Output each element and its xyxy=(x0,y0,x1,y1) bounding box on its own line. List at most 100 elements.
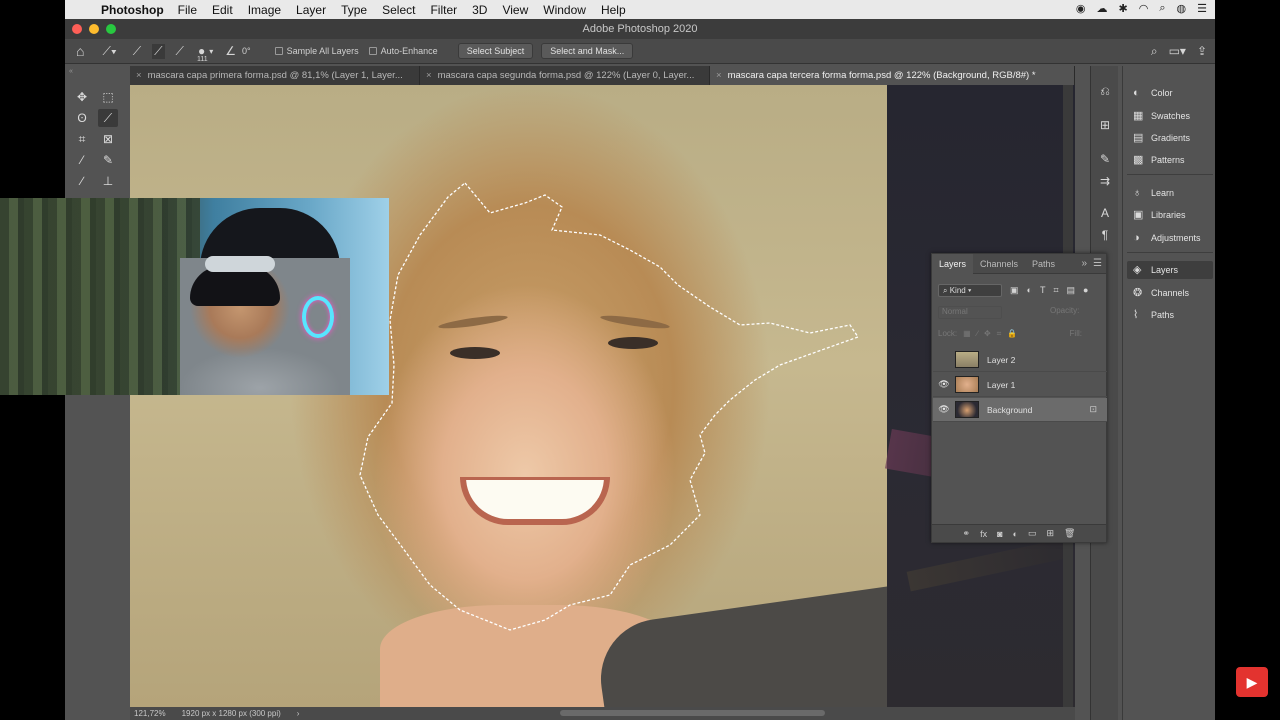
panel-color[interactable]: ◐ Color xyxy=(1127,84,1213,102)
workspace-icon[interactable]: ▭▾ xyxy=(1169,44,1186,58)
add-mask-icon[interactable]: ◙ xyxy=(997,529,1002,539)
expand-panel-icon[interactable]: » xyxy=(1081,258,1087,269)
layer-style-icon[interactable]: fx xyxy=(980,529,987,539)
spotlight-icon[interactable]: ⌕ xyxy=(1159,2,1165,15)
record-icon[interactable]: ◉ xyxy=(1076,2,1086,15)
panel-collapse-icon[interactable]: « xyxy=(69,68,73,75)
blend-mode-select[interactable]: Normal xyxy=(938,306,1002,319)
move-tool-icon[interactable]: ✥ xyxy=(72,88,92,106)
menu-type[interactable]: Type xyxy=(341,3,367,17)
add-to-selection-icon[interactable]: ⟋ xyxy=(152,43,165,59)
select-and-mask-button[interactable]: Select and Mask... xyxy=(541,43,634,59)
frame-tool-icon[interactable]: ⊠ xyxy=(98,130,118,148)
panel-menu-icon[interactable]: ☰ xyxy=(1093,258,1102,269)
link-layers-icon[interactable]: ⚭ xyxy=(963,528,971,539)
brush-settings-icon[interactable]: ✎ xyxy=(1095,150,1115,168)
zoom-level[interactable]: 121,72% xyxy=(134,707,166,720)
filter-type-icon[interactable]: T xyxy=(1040,285,1046,295)
panel-paths[interactable]: ⌇ Paths xyxy=(1127,306,1213,324)
filter-shape-icon[interactable]: ⌗ xyxy=(1053,285,1058,296)
close-window-button[interactable] xyxy=(72,24,82,34)
lock-artboard-icon[interactable]: ⌗ xyxy=(997,329,1002,342)
tab-layers[interactable]: Layers xyxy=(932,253,974,274)
app-menu[interactable]: Photoshop xyxy=(101,3,164,17)
tab-channels[interactable]: Channels xyxy=(973,254,1025,274)
filter-kind-select[interactable]: ⌕ Kind ▾ xyxy=(938,283,1002,297)
menu-image[interactable]: Image xyxy=(248,3,281,17)
lock-position-icon[interactable]: ✥ xyxy=(984,329,991,342)
panel-layers[interactable]: ◈ Layers xyxy=(1127,261,1213,279)
new-layer-icon[interactable]: ⊞ xyxy=(1046,528,1054,539)
brush-tool-icon[interactable]: ∕ xyxy=(72,172,92,190)
filter-pixel-icon[interactable]: ▣ xyxy=(1010,285,1019,296)
close-tab-icon[interactable]: × xyxy=(426,70,432,81)
brush-size-icon[interactable]: ● 111 xyxy=(197,44,208,63)
creative-cloud-icon[interactable]: ☁ xyxy=(1097,2,1108,15)
layer-name[interactable]: Background xyxy=(987,405,1032,415)
angle-value[interactable]: 0° xyxy=(242,46,251,56)
new-group-icon[interactable]: ▭ xyxy=(1028,528,1037,539)
panel-swatches[interactable]: ▦ Swatches xyxy=(1127,107,1213,125)
quick-selection-preset-icon[interactable]: ⟋▾ xyxy=(102,44,116,59)
layer-row-background[interactable]: 👁 Background ⊡ xyxy=(933,398,1107,422)
auto-enhance-checkbox[interactable]: Auto-Enhance xyxy=(368,46,438,56)
menu-layer[interactable]: Layer xyxy=(296,3,326,17)
menu-window[interactable]: Window xyxy=(543,3,586,17)
panel-gradients[interactable]: ▤ Gradients xyxy=(1127,129,1213,147)
zoom-window-button[interactable] xyxy=(106,24,116,34)
tab-primera-forma[interactable]: × mascara capa primera forma.psd @ 81,1% … xyxy=(130,66,420,85)
status-more-arrow[interactable]: › xyxy=(297,707,300,720)
search-icon[interactable]: ⌕ xyxy=(1151,44,1158,59)
subtract-from-selection-icon[interactable]: ⟋ xyxy=(176,44,184,59)
properties-icon[interactable]: ⊞ xyxy=(1095,116,1115,134)
layer-name[interactable]: Layer 1 xyxy=(987,380,1015,390)
filter-adjustment-icon[interactable]: ◐ xyxy=(1027,285,1032,295)
lock-paint-icon[interactable]: ∕ xyxy=(977,329,978,342)
menu-view[interactable]: View xyxy=(502,3,528,17)
panel-patterns[interactable]: ▩ Patterns xyxy=(1127,151,1213,169)
notification-center-icon[interactable]: ☰ xyxy=(1197,2,1207,15)
siri-icon[interactable]: ◍ xyxy=(1177,2,1187,15)
panel-channels[interactable]: ❂ Channels xyxy=(1127,284,1213,302)
sample-all-layers-checkbox[interactable]: Sample All Layers xyxy=(274,46,359,56)
layer-name[interactable]: Layer 2 xyxy=(987,355,1015,365)
lock-transparent-icon[interactable]: ▦ xyxy=(963,329,971,342)
select-subject-button[interactable]: Select Subject xyxy=(457,43,534,59)
eyedropper-tool-icon[interactable]: ⁄ xyxy=(72,151,92,169)
wifi-icon[interactable]: ◠ xyxy=(1139,2,1149,15)
new-adjustment-layer-icon[interactable]: ◐ xyxy=(1013,529,1018,539)
actions-icon[interactable]: ⇉ xyxy=(1095,172,1115,190)
clone-stamp-tool-icon[interactable]: ⊥ xyxy=(98,172,118,190)
layer-row-layer-2[interactable]: Layer 2 xyxy=(933,348,1107,372)
character-icon[interactable]: A xyxy=(1095,204,1115,222)
crop-tool-icon[interactable]: ⌗ xyxy=(72,130,92,148)
home-icon[interactable]: ⌂ xyxy=(76,43,84,59)
tab-segunda-forma[interactable]: × mascara capa segunda forma.psd @ 122% (… xyxy=(420,66,710,85)
tab-paths[interactable]: Paths xyxy=(1025,254,1062,274)
paragraph-icon[interactable]: ¶ xyxy=(1095,226,1115,244)
filter-toggle-icon[interactable]: ● xyxy=(1083,285,1088,295)
menu-edit[interactable]: Edit xyxy=(212,3,233,17)
panel-learn[interactable]: ♁ Learn xyxy=(1127,184,1213,202)
minimize-window-button[interactable] xyxy=(89,24,99,34)
new-selection-icon[interactable]: ⟋ xyxy=(133,44,141,59)
chevron-down-icon[interactable]: ▾ xyxy=(209,47,213,56)
bluetooth-icon[interactable]: ✱ xyxy=(1119,2,1128,15)
eye-icon[interactable]: 👁 xyxy=(933,379,955,390)
filter-smart-object-icon[interactable]: ▤ xyxy=(1067,285,1076,296)
healing-brush-tool-icon[interactable]: ✎ xyxy=(98,151,118,169)
delete-layer-icon[interactable]: 🗑 xyxy=(1064,528,1075,539)
tab-tercera-forma[interactable]: × mascara capa tercera forma forma.psd @ … xyxy=(710,66,1075,85)
quick-selection-tool-icon[interactable]: ⟋ xyxy=(98,109,118,127)
marquee-tool-icon[interactable]: ⬚ xyxy=(98,88,118,106)
eye-icon[interactable]: 👁 xyxy=(933,404,955,415)
menu-select[interactable]: Select xyxy=(382,3,415,17)
menu-help[interactable]: Help xyxy=(601,3,626,17)
share-icon[interactable]: ⇪ xyxy=(1197,44,1207,58)
lasso-tool-icon[interactable]: ʘ xyxy=(72,109,92,127)
horizontal-scrollbar[interactable] xyxy=(560,710,825,716)
history-icon[interactable]: ⎌ xyxy=(1095,82,1115,100)
layer-row-layer-1[interactable]: 👁 Layer 1 xyxy=(933,373,1107,397)
close-tab-icon[interactable]: × xyxy=(136,70,142,81)
lock-all-icon[interactable]: 🔒 xyxy=(1007,329,1017,342)
